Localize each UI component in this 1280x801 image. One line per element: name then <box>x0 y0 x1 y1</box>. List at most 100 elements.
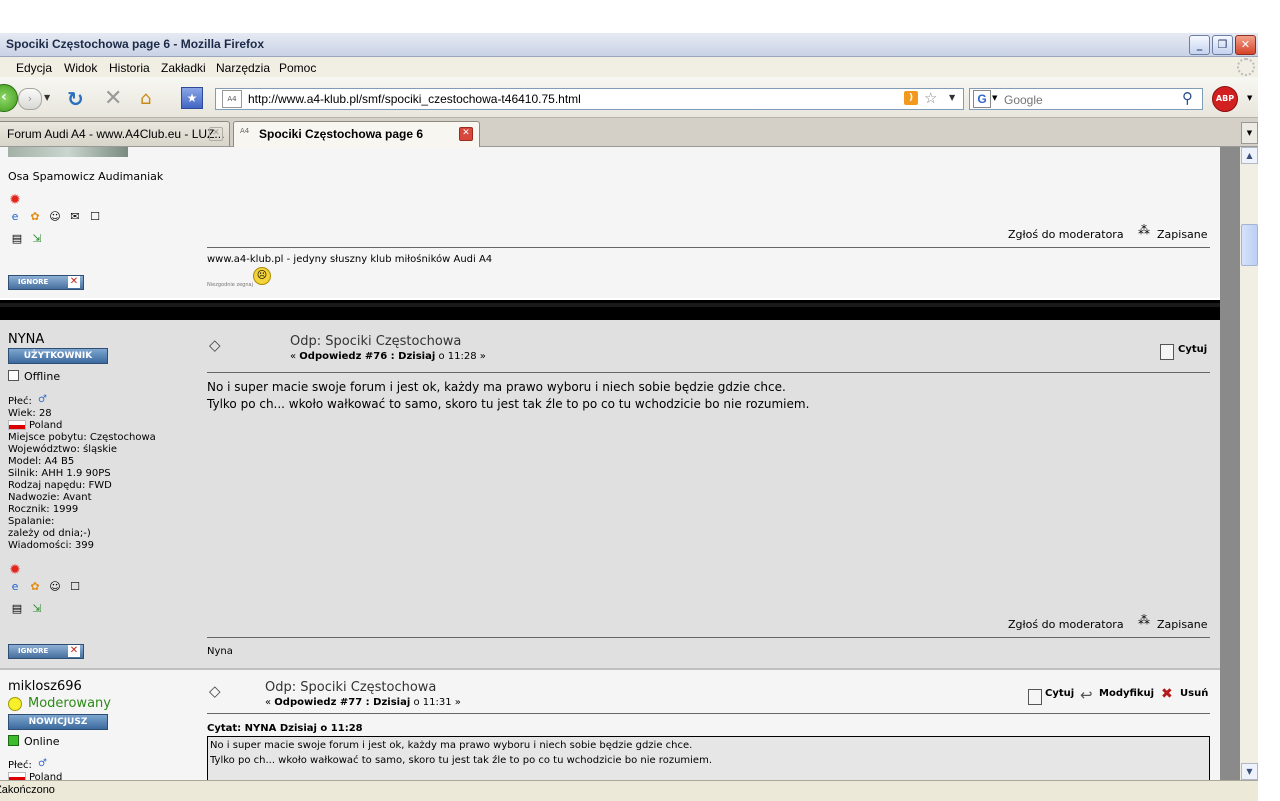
url-bar[interactable]: A4 http://www.a4-klub.pl/smf/spociki_cze… <box>215 88 964 110</box>
menu-view[interactable]: Widok <box>64 61 97 75</box>
google-engine-icon[interactable]: G <box>973 90 991 108</box>
page-content: Osa Spamowicz Audimaniak ✹ e ✿ ☺ ✉ ☐ ▤ ⇲… <box>0 147 1240 780</box>
forward-icon[interactable]: › <box>18 88 42 110</box>
minimize-button[interactable]: _ <box>1189 35 1210 55</box>
quote-button[interactable]: Cytuj <box>1045 688 1074 699</box>
signature-divider <box>207 637 1210 638</box>
post-icon: ◇ <box>209 336 221 354</box>
delete-icon[interactable]: ✖ <box>1161 686 1173 702</box>
online-icon <box>8 735 19 746</box>
poster-username[interactable]: miklosz696 <box>8 679 82 694</box>
tab-list-icon[interactable]: ▼ <box>1241 122 1258 144</box>
profile-icon[interactable]: ☺ <box>48 210 62 224</box>
region-field: Województwo: śląskie <box>8 444 118 455</box>
url-text[interactable]: http://www.a4-klub.pl/smf/spociki_czesto… <box>248 92 581 106</box>
url-dropdown-icon[interactable]: ▼ <box>949 93 955 102</box>
stop-icon[interactable]: ✕ <box>104 86 122 111</box>
search-input[interactable] <box>1002 91 1181 108</box>
pm-icon[interactable]: ☐ <box>68 580 82 594</box>
signature-text: www.a4-klub.pl - jedyny słuszny klub mił… <box>207 254 493 265</box>
pm-icon[interactable]: ☐ <box>88 210 102 224</box>
quote-button[interactable]: Cytuj <box>1178 344 1207 355</box>
reply-meta: « Odpowiedz #76 : Dzisiaj o 11:28 » <box>290 351 486 362</box>
page-side-strip <box>1220 147 1240 780</box>
post-header-divider <box>207 372 1210 373</box>
quote-icon[interactable] <box>1160 344 1174 360</box>
status-text: Zakończono <box>0 784 55 796</box>
quote-icon[interactable] <box>1028 689 1042 705</box>
report-link[interactable]: Zgłoś do moderatora <box>1008 618 1124 631</box>
throbber-icon <box>1237 58 1255 76</box>
msn-icon[interactable]: ✿ <box>28 580 42 594</box>
search-icon[interactable]: ⚲ <box>1182 89 1193 107</box>
ignore-button[interactable]: IGNORE ✕ <box>8 275 84 290</box>
modify-button[interactable]: Modyfikuj <box>1099 688 1154 699</box>
email-icon[interactable]: ✉ <box>68 210 82 224</box>
post-subject[interactable]: Odp: Spociki Częstochowa <box>290 334 461 349</box>
tab-forum-audi[interactable]: Forum Audi A4 - www.A4Club.eu - LUZ... ✕ <box>0 121 230 146</box>
avatar <box>8 147 128 157</box>
tab-spociki[interactable]: A4 Spociki Częstochowa page 6 ✕ <box>233 121 480 147</box>
save-icon: ⁂ <box>1138 613 1150 627</box>
menu-bookmarks[interactable]: Zakładki <box>161 61 206 75</box>
post-subject[interactable]: Odp: Spociki Częstochowa <box>265 680 436 695</box>
signature-divider <box>207 247 1210 248</box>
msn-icon[interactable]: ✿ <box>28 210 42 224</box>
male-icon: ♂ <box>38 758 47 769</box>
post-body-line: No i super macie swoje forum i jest ok, … <box>207 380 786 394</box>
vertical-scrollbar[interactable]: ▲ ▼ <box>1240 147 1258 780</box>
ie-icon[interactable]: e <box>8 580 22 594</box>
gender-label: Płeć: <box>8 760 32 771</box>
navigation-toolbar: ‹ › ▼ ↻ ✕ ⌂ ★ A4 http://www.a4-klub.pl/s… <box>0 77 1258 118</box>
tab-close-icon[interactable]: ✕ <box>209 127 223 141</box>
delete-button[interactable]: Usuń <box>1180 688 1208 699</box>
engine-dropdown-icon[interactable]: ▼ <box>992 94 997 102</box>
model-field: Model: A4 B5 <box>8 456 75 467</box>
report-link[interactable]: Zgłoś do moderatora <box>1008 228 1124 241</box>
tab-close-icon[interactable]: ✕ <box>459 127 473 141</box>
notes-icon[interactable]: ▤ <box>10 232 24 246</box>
reload-icon[interactable]: ↻ <box>67 87 84 111</box>
poster-username[interactable]: NYNA <box>8 332 44 347</box>
reply-meta: « Odpowiedz #77 : Dzisiaj o 11:31 » <box>265 697 461 708</box>
ie-icon[interactable]: e <box>8 210 22 224</box>
scroll-down-icon[interactable]: ▼ <box>1241 763 1258 780</box>
star-icon: ✹ <box>9 562 21 578</box>
bookmarks-star-icon[interactable]: ★ <box>181 87 203 109</box>
notes-icon[interactable]: ▤ <box>10 602 24 616</box>
scroll-thumb[interactable] <box>1241 224 1258 266</box>
post-body-line: Tylko po ch... wkoło wałkować to samo, s… <box>207 397 810 411</box>
menu-history[interactable]: Historia <box>109 61 150 75</box>
history-dropdown-icon[interactable]: ▼ <box>44 93 50 102</box>
poland-flag-icon <box>8 420 26 430</box>
rank-badge: NOWICJUSZ <box>8 714 108 730</box>
moderated-icon <box>8 697 22 711</box>
close-window-button[interactable]: ✕ <box>1235 35 1256 55</box>
menu-tools[interactable]: Narzędzia <box>216 61 270 75</box>
menu-edit[interactable]: Edycja <box>16 61 52 75</box>
post-divider <box>0 300 1220 320</box>
rss-feed-icon[interactable]: ) <box>904 91 918 105</box>
tab-favicon-icon: A4 <box>240 127 250 135</box>
profile-icon[interactable]: ☺ <box>48 580 62 594</box>
adblock-dropdown-icon[interactable]: ▼ <box>1247 94 1252 102</box>
maximize-button[interactable]: ❐ <box>1212 35 1233 55</box>
country-field: Poland <box>29 772 63 780</box>
rank-badge: UŻYTKOWNIK <box>8 348 108 364</box>
home-icon[interactable]: ⌂ <box>140 88 151 109</box>
signature-small: Niezgodnie zegnaj <box>207 282 253 288</box>
moderated-status: Moderowany <box>28 696 111 711</box>
bookmark-star-icon[interactable]: ☆ <box>924 89 937 107</box>
ignore-button[interactable]: IGNORE ✕ <box>8 644 84 659</box>
scroll-up-icon[interactable]: ▲ <box>1241 147 1258 164</box>
modify-icon[interactable]: ↩ <box>1080 686 1093 704</box>
menu-help[interactable]: Pomoc <box>279 61 316 75</box>
drive-field: Rodzaj napędu: FWD <box>8 480 112 491</box>
add-buddy-icon[interactable]: ⇲ <box>30 232 44 246</box>
add-buddy-icon[interactable]: ⇲ <box>30 602 44 616</box>
place-field: Miejsce pobytu: Częstochowa <box>8 432 156 443</box>
poland-flag-icon <box>8 772 26 780</box>
window-title: Spociki Częstochowa page 6 - Mozilla Fir… <box>6 37 265 51</box>
back-icon[interactable]: ‹ <box>0 84 18 112</box>
adblock-icon[interactable]: ABP <box>1212 86 1238 112</box>
